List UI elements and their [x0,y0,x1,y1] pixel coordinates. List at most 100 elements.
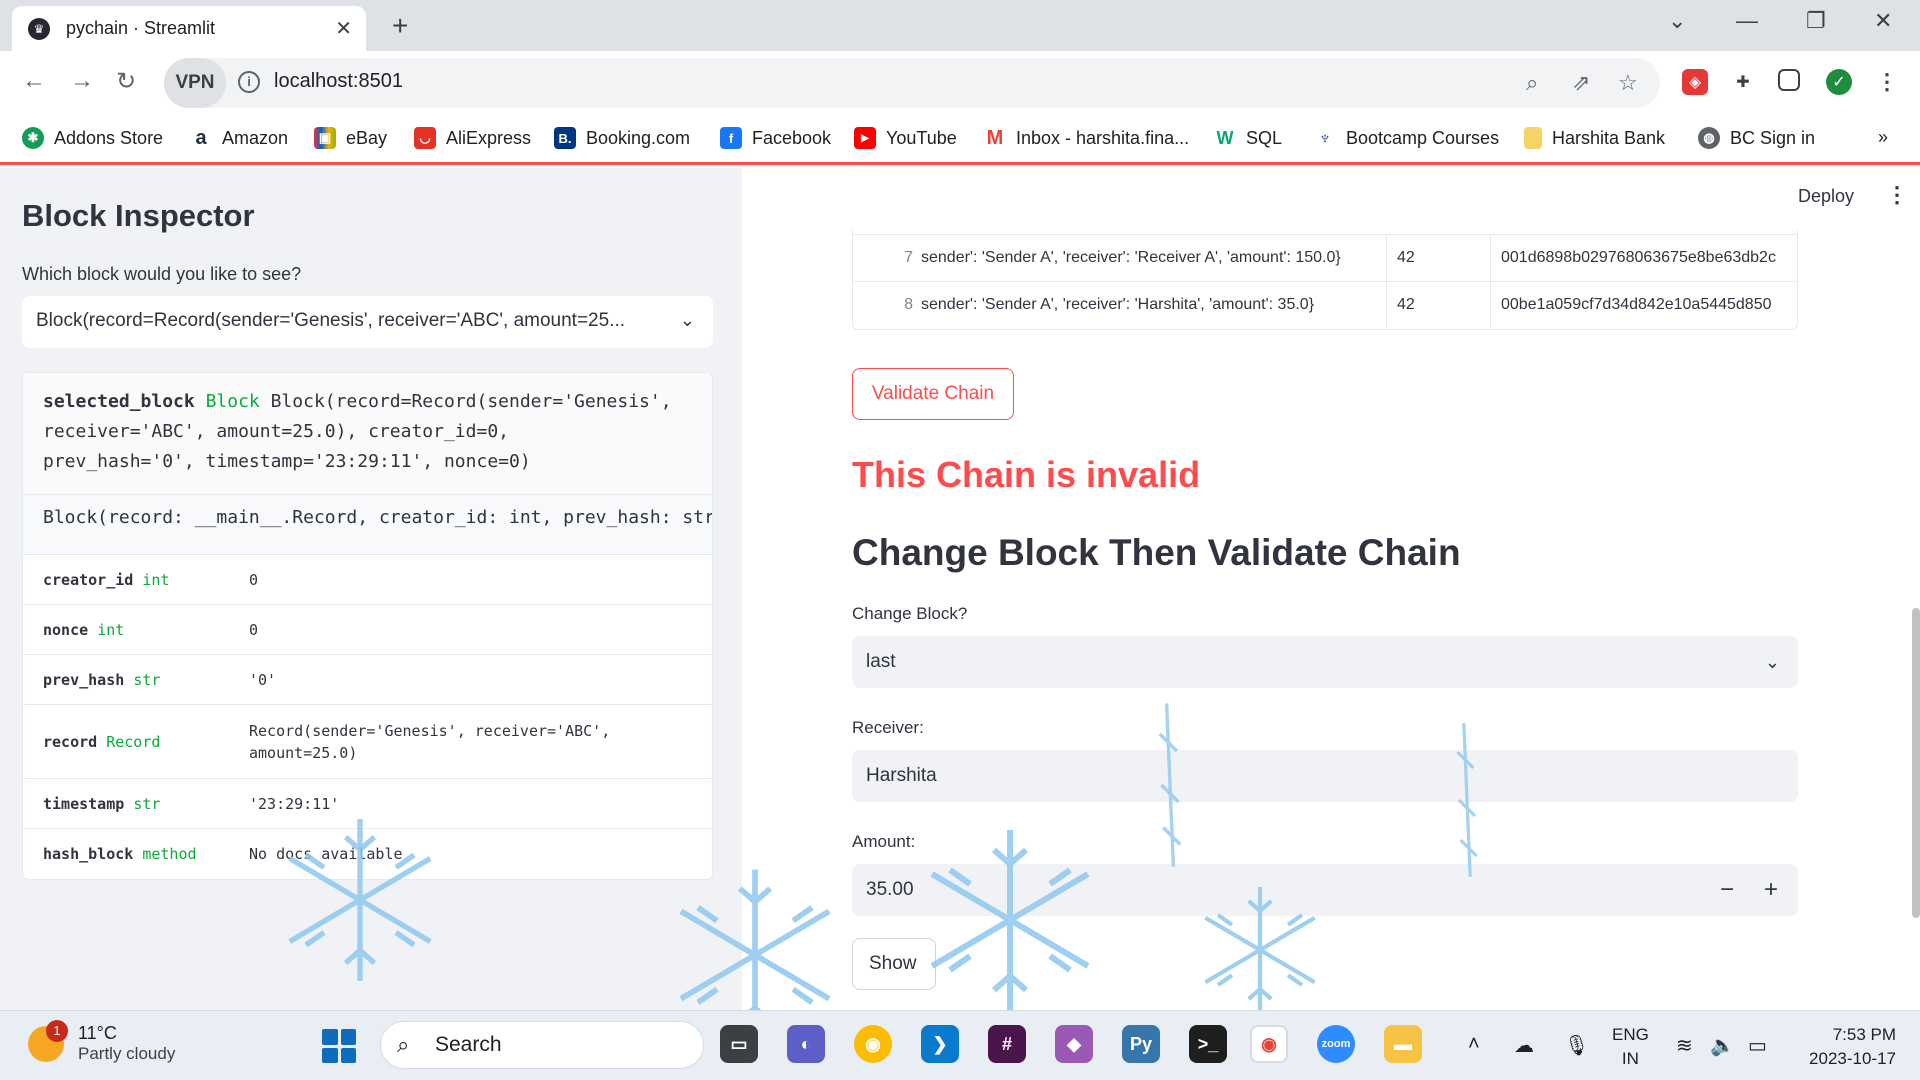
bookmark-label: Harshita Bank [1552,127,1666,148]
receiver-input[interactable]: Harshita [852,750,1798,802]
back-icon[interactable]: ← [22,67,46,95]
hash-cell: 001d6898b029768063675e8be63db2c [1501,249,1776,266]
adblock-extension-icon[interactable]: ◈ [1682,69,1708,95]
block-select-value: Block(record=Record(sender='Genesis', re… [36,310,626,331]
inspector-key: creator_id int [43,571,249,589]
windows-start-icon[interactable] [322,1029,356,1063]
git-app-icon[interactable]: ◆ [1055,1025,1093,1063]
language-indicator[interactable]: ENG IN [1612,1023,1649,1071]
bookmark-label: Amazon [222,127,289,148]
forward-icon[interactable]: → [70,67,94,95]
extensions-puzzle-icon[interactable]: ✚ [1730,69,1756,95]
chrome-active-icon[interactable]: ◉ [1250,1025,1288,1063]
main-scrollbar[interactable] [1912,608,1920,918]
close-tab-icon[interactable]: ✕ [335,16,352,41]
inspector-key-name: creator_id [43,570,134,589]
bookmark-bc-sign-in[interactable]: ◍ BC Sign in [1698,127,1815,149]
creator-id-cell: 42 [1387,282,1491,328]
inspector-key-type: str [133,794,161,813]
inspector-key: timestamp str [43,795,249,813]
block-inspector-panel: selected_block Block Block(record=Record… [22,372,713,880]
inspector-key-name: record [43,732,98,751]
bookmark-bootcamp[interactable]: ♆ Bootcamp Courses [1314,127,1499,149]
inspector-key-type: method [142,845,197,863]
restore-icon[interactable]: ❐ [1806,8,1826,34]
bookmark-label: SQL [1246,127,1283,148]
bookmark-star-icon[interactable]: ☆ [1618,70,1638,96]
site-info-icon[interactable]: i [238,71,260,93]
security-shield-icon[interactable]: ✓ [1826,69,1852,95]
new-tab-icon[interactable]: + [392,10,408,42]
blockchain-dataframe[interactable]: 7 sender': 'Sender A', 'receiver': 'Rece… [852,230,1798,330]
ebay-icon: ▣ [314,127,336,149]
bookmark-sql[interactable]: W SQL [1214,127,1282,149]
bookmark-aliexpress[interactable]: ◡ AliExpress [414,127,531,149]
terminal-icon[interactable]: >_ [1189,1025,1227,1063]
zoom-icon[interactable]: ⌕ [1526,70,1538,96]
chevron-down-icon: ⌄ [1764,652,1780,672]
bookmark-gmail[interactable]: M Inbox - harshita.fina... [984,127,1189,149]
booking-icon: B. [554,127,576,149]
show-button[interactable]: Show [852,938,936,990]
bookmarks-overflow[interactable]: » [1878,127,1888,148]
bookmark-youtube[interactable]: ▶ YouTube [854,127,957,149]
decrement-button[interactable]: − [1720,864,1734,916]
reload-icon[interactable]: ↻ [116,67,136,96]
window-close-icon[interactable]: ✕ [1874,8,1892,34]
vpn-button[interactable]: VPN [164,58,226,108]
amount-input[interactable]: 35.00 − + [852,864,1798,916]
url-text[interactable]: localhost:8501 [274,70,403,93]
vscode-icon[interactable]: ❯ [921,1025,959,1063]
share-icon[interactable]: ⇗ [1572,70,1590,96]
lang-line-2: IN [1621,1049,1639,1068]
browser-menu-icon[interactable]: ⋮ [1874,69,1900,95]
bookmark-booking[interactable]: B. Booking.com [554,127,690,149]
row-index: 7 [904,249,913,266]
change-block-select[interactable]: last ⌄ [852,636,1798,688]
block-select[interactable]: Block(record=Record(sender='Genesis', re… [22,296,713,348]
side-panel-icon[interactable] [1778,69,1800,91]
hash-cell: 00be1a059cf7d34d842e10a5445d850 [1501,296,1772,313]
inspector-key: nonce int [43,621,249,639]
bookmark-amazon[interactable]: a Amazon [190,127,288,149]
deploy-button[interactable]: Deploy [1798,186,1854,207]
bookmark-ebay[interactable]: ▣ eBay [314,127,387,149]
bookmark-label: Bootcamp Courses [1346,127,1500,148]
python-icon[interactable]: Py [1122,1025,1160,1063]
file-explorer-icon[interactable]: ▬ [1384,1025,1422,1063]
bookmark-addons-store[interactable]: ✱ Addons Store [22,127,163,149]
microphone-icon[interactable]: 🎙 [1564,1033,1589,1058]
inspector-row: creator_id int 0 [23,555,712,605]
slack-icon[interactable]: # [988,1025,1026,1063]
volume-icon[interactable]: 🔈 [1710,1033,1735,1058]
teams-chat-icon[interactable]: ◐ [787,1025,825,1063]
battery-icon[interactable]: ▭ [1748,1033,1767,1058]
tab-search-icon[interactable]: ⌄ [1668,8,1686,34]
inspector-repr-line-2: receiver='ABC', amount=25.0), creator_id… [43,421,509,442]
wifi-icon[interactable]: ≋ [1676,1033,1693,1058]
browser-tab[interactable]: ♛ pychain · Streamlit ✕ [12,6,366,51]
app-menu-icon[interactable]: ⋮ [1886,182,1908,208]
inspector-header: selected_block Block Block(record=Record… [23,373,712,495]
increment-button[interactable]: + [1764,864,1778,916]
address-bar[interactable]: VPN i localhost:8501 ⌕ ⇗ ☆ [164,58,1660,108]
validate-chain-button[interactable]: Validate Chain [852,368,1014,420]
notification-badge: 1 [46,1019,68,1042]
inspector-type-name: Block [205,391,260,412]
onedrive-icon[interactable]: ☁ [1514,1033,1534,1058]
minimize-icon[interactable]: — [1736,8,1758,34]
sidebar-title: Block Inspector [22,198,255,233]
taskbar-search[interactable]: ⌕ Search [380,1021,704,1069]
chevron-up-icon[interactable]: ˄ [1468,1033,1480,1056]
row-index: 8 [904,296,913,313]
task-view-icon[interactable]: ▭ [720,1025,758,1063]
inspector-key-type: str [133,670,161,689]
aliexpress-icon: ◡ [414,127,436,149]
bookmark-harshita-bank[interactable]: Harshita Bank [1524,127,1665,149]
zoom-icon[interactable]: zoom [1317,1025,1355,1063]
clock[interactable]: 7:53 PM 2023-10-17 [1796,1023,1896,1071]
weather-widget[interactable]: 1 11°C Partly cloudy [28,1019,175,1064]
partly-cloudy-icon: 1 [28,1019,68,1062]
bookmark-facebook[interactable]: f Facebook [720,127,831,149]
chrome-icon[interactable]: ◉ [854,1025,892,1063]
